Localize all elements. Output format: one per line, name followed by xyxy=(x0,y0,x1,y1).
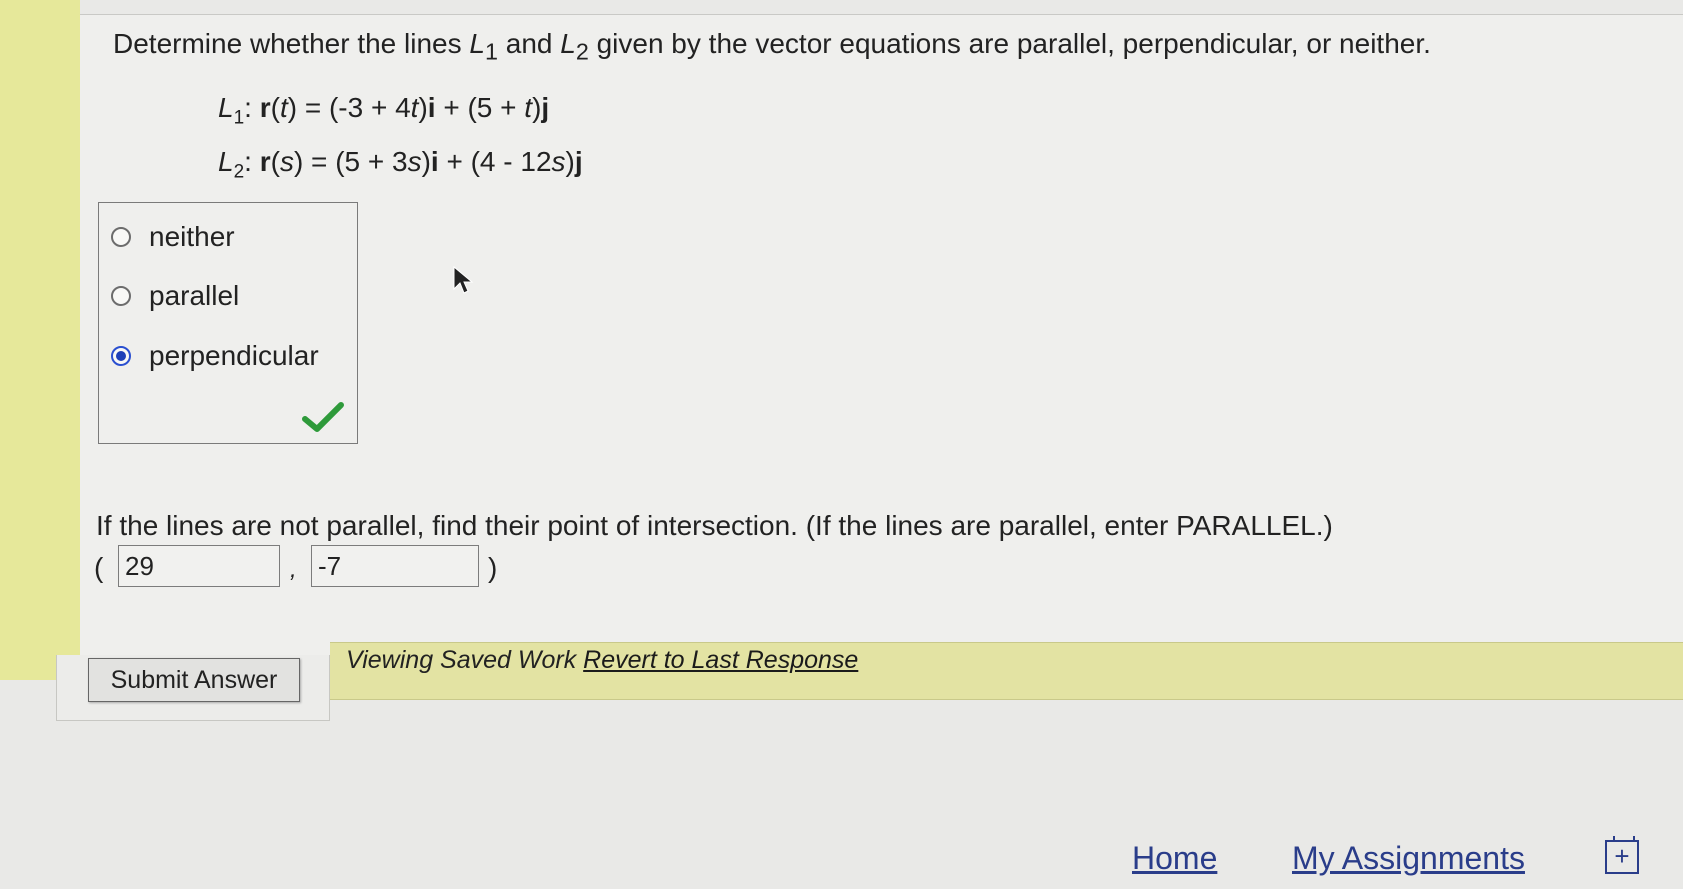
intersection-y-input[interactable] xyxy=(311,545,479,587)
saved-work-message: Viewing Saved Work Revert to Last Respon… xyxy=(346,646,858,675)
revert-link[interactable]: Revert to Last Response xyxy=(583,646,858,674)
equation-l1: L1: r(t) = (-3 + 4t)i + (5 + t)j xyxy=(218,92,550,129)
choice-parallel[interactable]: parallel xyxy=(111,280,239,312)
radio-perpendicular[interactable] xyxy=(111,346,131,366)
submit-answer-button[interactable]: Submit Answer xyxy=(88,658,300,702)
calendar-add-icon[interactable]: + xyxy=(1605,836,1639,874)
choice-label-perpendicular: perpendicular xyxy=(149,340,319,371)
equation-l2: L2: r(s) = (5 + 3s)i + (4 - 12s)j xyxy=(218,146,583,183)
intersection-prompt: If the lines are not parallel, find thei… xyxy=(96,510,1333,541)
choice-neither[interactable]: neither xyxy=(111,221,235,253)
choice-label-neither: neither xyxy=(149,221,235,252)
choice-label-parallel: parallel xyxy=(149,280,240,311)
comma-separator: , xyxy=(290,556,297,583)
answer-choices-box: neither parallel perpendicular xyxy=(98,202,358,444)
radio-neither[interactable] xyxy=(111,227,131,247)
radio-parallel[interactable] xyxy=(111,286,131,306)
close-paren: ) xyxy=(488,552,498,583)
home-link[interactable]: Home xyxy=(1132,840,1217,877)
intersection-x-input[interactable] xyxy=(118,545,280,587)
my-assignments-link[interactable]: My Assignments xyxy=(1292,840,1525,877)
question-prompt: Determine whether the lines L1 and L2 gi… xyxy=(113,28,1431,65)
left-highlight-strip xyxy=(0,0,80,680)
open-paren: ( xyxy=(94,552,104,583)
mouse-cursor-icon xyxy=(453,265,474,294)
saved-work-label: Viewing Saved Work xyxy=(346,646,584,674)
choice-perpendicular[interactable]: perpendicular xyxy=(111,340,319,372)
correct-check-icon xyxy=(302,402,344,432)
